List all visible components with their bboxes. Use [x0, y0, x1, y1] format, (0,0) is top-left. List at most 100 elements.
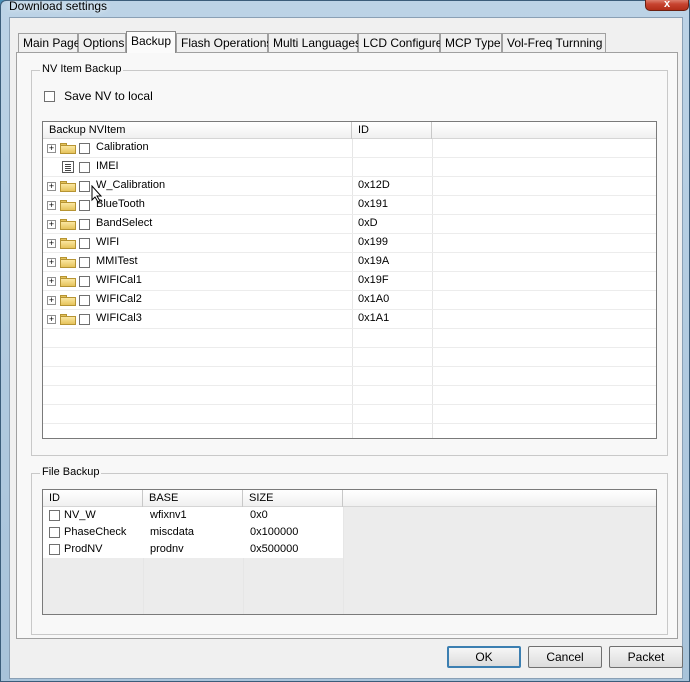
nv-item-name: WIFICal1	[96, 274, 142, 286]
empty-row	[43, 329, 656, 348]
nv-item-row[interactable]: + WIFI 0x199	[43, 234, 656, 253]
nv-item-row[interactable]: + WIFICal2 0x1A0	[43, 291, 656, 310]
file-backup-label: File Backup	[40, 466, 102, 478]
file-base: wfixnv1	[150, 509, 187, 521]
tab-lcd-configure[interactable]: LCD Configure	[358, 33, 442, 52]
folder-icon	[60, 276, 76, 287]
folder-icon	[60, 295, 76, 306]
nv-item-name: WIFICal3	[96, 312, 142, 324]
nv-item-backup-group: NV Item Backup Save NV to local Backup N…	[31, 63, 668, 456]
nv-item-checkbox[interactable]	[79, 181, 90, 192]
nv-list-header: Backup NVItem ID	[43, 122, 656, 139]
nv-item-row[interactable]: + MMITest 0x19A	[43, 253, 656, 272]
nv-item-checkbox[interactable]	[79, 200, 90, 211]
nv-item-id: 0x191	[358, 198, 388, 210]
nv-item-row[interactable]: + BlueTooth 0x191	[43, 196, 656, 215]
save-nv-checkbox[interactable]	[44, 90, 55, 102]
nv-item-checkbox[interactable]	[79, 143, 90, 154]
nv-item-row[interactable]: + WIFICal3 0x1A1	[43, 310, 656, 329]
nv-item-checkbox[interactable]	[79, 295, 90, 306]
nv-item-checkbox[interactable]	[79, 276, 90, 287]
nv-item-name: W_Calibration	[96, 179, 166, 191]
folder-icon	[60, 219, 76, 230]
nv-item-row[interactable]: IMEI	[43, 158, 656, 177]
nv-item-row[interactable]: + BandSelect 0xD	[43, 215, 656, 234]
nv-item-checkbox[interactable]	[79, 314, 90, 325]
tab-flash-operations[interactable]: Flash Operations	[176, 33, 272, 52]
nv-item-id: 0x19A	[358, 255, 390, 267]
file-backup-row[interactable]: PhaseCheck miscdata 0x100000	[43, 524, 343, 541]
save-nv-label: Save NV to local	[64, 89, 153, 103]
empty-row	[43, 424, 656, 438]
expand-icon[interactable]: +	[47, 296, 56, 305]
file-backup-checkbox[interactable]	[49, 527, 60, 538]
empty-row	[43, 348, 656, 367]
file-list-header: ID BASE SIZE	[43, 490, 656, 507]
folder-icon	[60, 181, 76, 192]
expand-icon[interactable]: +	[47, 239, 56, 248]
column-header-backup-nvitem[interactable]: Backup NVItem	[43, 122, 352, 139]
title-bar[interactable]: Download settings x	[1, 0, 690, 17]
nv-item-checkbox[interactable]	[79, 162, 90, 173]
empty-column-area	[343, 507, 656, 558]
tab-main-page[interactable]: Main Page	[18, 33, 80, 52]
expand-icon[interactable]: +	[47, 277, 56, 286]
file-base: prodnv	[150, 543, 184, 555]
file-size: 0x100000	[250, 526, 299, 538]
nv-item-row[interactable]: + Calibration	[43, 139, 656, 158]
tab-mcp-type[interactable]: MCP Type	[440, 33, 502, 52]
folder-icon	[60, 238, 76, 249]
nv-item-id: 0x1A0	[358, 293, 390, 305]
nv-item-id: 0x19F	[358, 274, 389, 286]
tab-vol-freq-turnning[interactable]: Vol-Freq Turnning	[502, 33, 606, 52]
tab-backup[interactable]: Backup	[126, 31, 176, 53]
file-size: 0x500000	[250, 543, 299, 555]
dialog-client-area: Main Page Options Backup Flash Operation…	[9, 17, 683, 679]
nv-item-checkbox[interactable]	[79, 219, 90, 230]
column-header-id[interactable]: ID	[43, 490, 143, 507]
save-nv-to-local-option[interactable]: Save NV to local	[44, 89, 153, 103]
column-header-id[interactable]: ID	[352, 122, 432, 139]
folder-icon	[60, 314, 76, 325]
expand-icon[interactable]: +	[47, 201, 56, 210]
column-header-size[interactable]: SIZE	[243, 490, 343, 507]
packet-button[interactable]: Packet	[609, 646, 683, 668]
nv-item-checkbox[interactable]	[79, 257, 90, 268]
expand-icon[interactable]: +	[47, 182, 56, 191]
nv-item-backup-label: NV Item Backup	[40, 63, 124, 75]
document-icon	[62, 161, 74, 173]
tab-options[interactable]: Options	[78, 33, 126, 52]
nv-item-row[interactable]: + W_Calibration 0x12D	[43, 177, 656, 196]
close-button[interactable]: x	[645, 0, 689, 11]
file-backup-list[interactable]: ID BASE SIZE NV_W wfixnv1 0x0 PhaseCheck mis…	[42, 489, 657, 615]
nv-item-id: 0x12D	[358, 179, 390, 191]
nv-item-row[interactable]: + WIFICal1 0x19F	[43, 272, 656, 291]
nv-item-name: WIFI	[96, 236, 120, 248]
nv-item-id: 0x199	[358, 236, 388, 248]
empty-row	[43, 367, 656, 386]
download-settings-window: Download settings x Main Page Options Ba…	[0, 0, 690, 682]
cancel-button[interactable]: Cancel	[528, 646, 602, 668]
nv-item-name: BandSelect	[96, 217, 153, 229]
expand-icon[interactable]: +	[47, 315, 56, 324]
expand-icon[interactable]: +	[47, 220, 56, 229]
nv-item-checkbox[interactable]	[79, 238, 90, 249]
nv-item-list[interactable]: Backup NVItem ID + Calibration IMEI + W_Cali…	[42, 121, 657, 439]
file-backup-row[interactable]: ProdNV prodnv 0x500000	[43, 541, 343, 558]
nv-item-name: IMEI	[96, 160, 119, 172]
nv-item-id: 0x1A1	[358, 312, 390, 324]
expand-icon[interactable]: +	[47, 144, 56, 153]
column-header-base[interactable]: BASE	[143, 490, 243, 507]
column-divider	[343, 507, 344, 614]
empty-row	[43, 405, 656, 424]
expand-icon[interactable]: +	[47, 258, 56, 267]
tab-multi-languages[interactable]: Multi Languages	[268, 33, 361, 52]
file-id: PhaseCheck	[64, 526, 127, 538]
nv-item-id: 0xD	[358, 217, 378, 229]
file-backup-row[interactable]: NV_W wfixnv1 0x0	[43, 507, 343, 524]
ok-button[interactable]: OK	[447, 646, 521, 668]
empty-row	[43, 386, 656, 405]
mouse-cursor-icon	[91, 185, 103, 203]
file-backup-checkbox[interactable]	[49, 544, 60, 555]
file-backup-checkbox[interactable]	[49, 510, 60, 521]
